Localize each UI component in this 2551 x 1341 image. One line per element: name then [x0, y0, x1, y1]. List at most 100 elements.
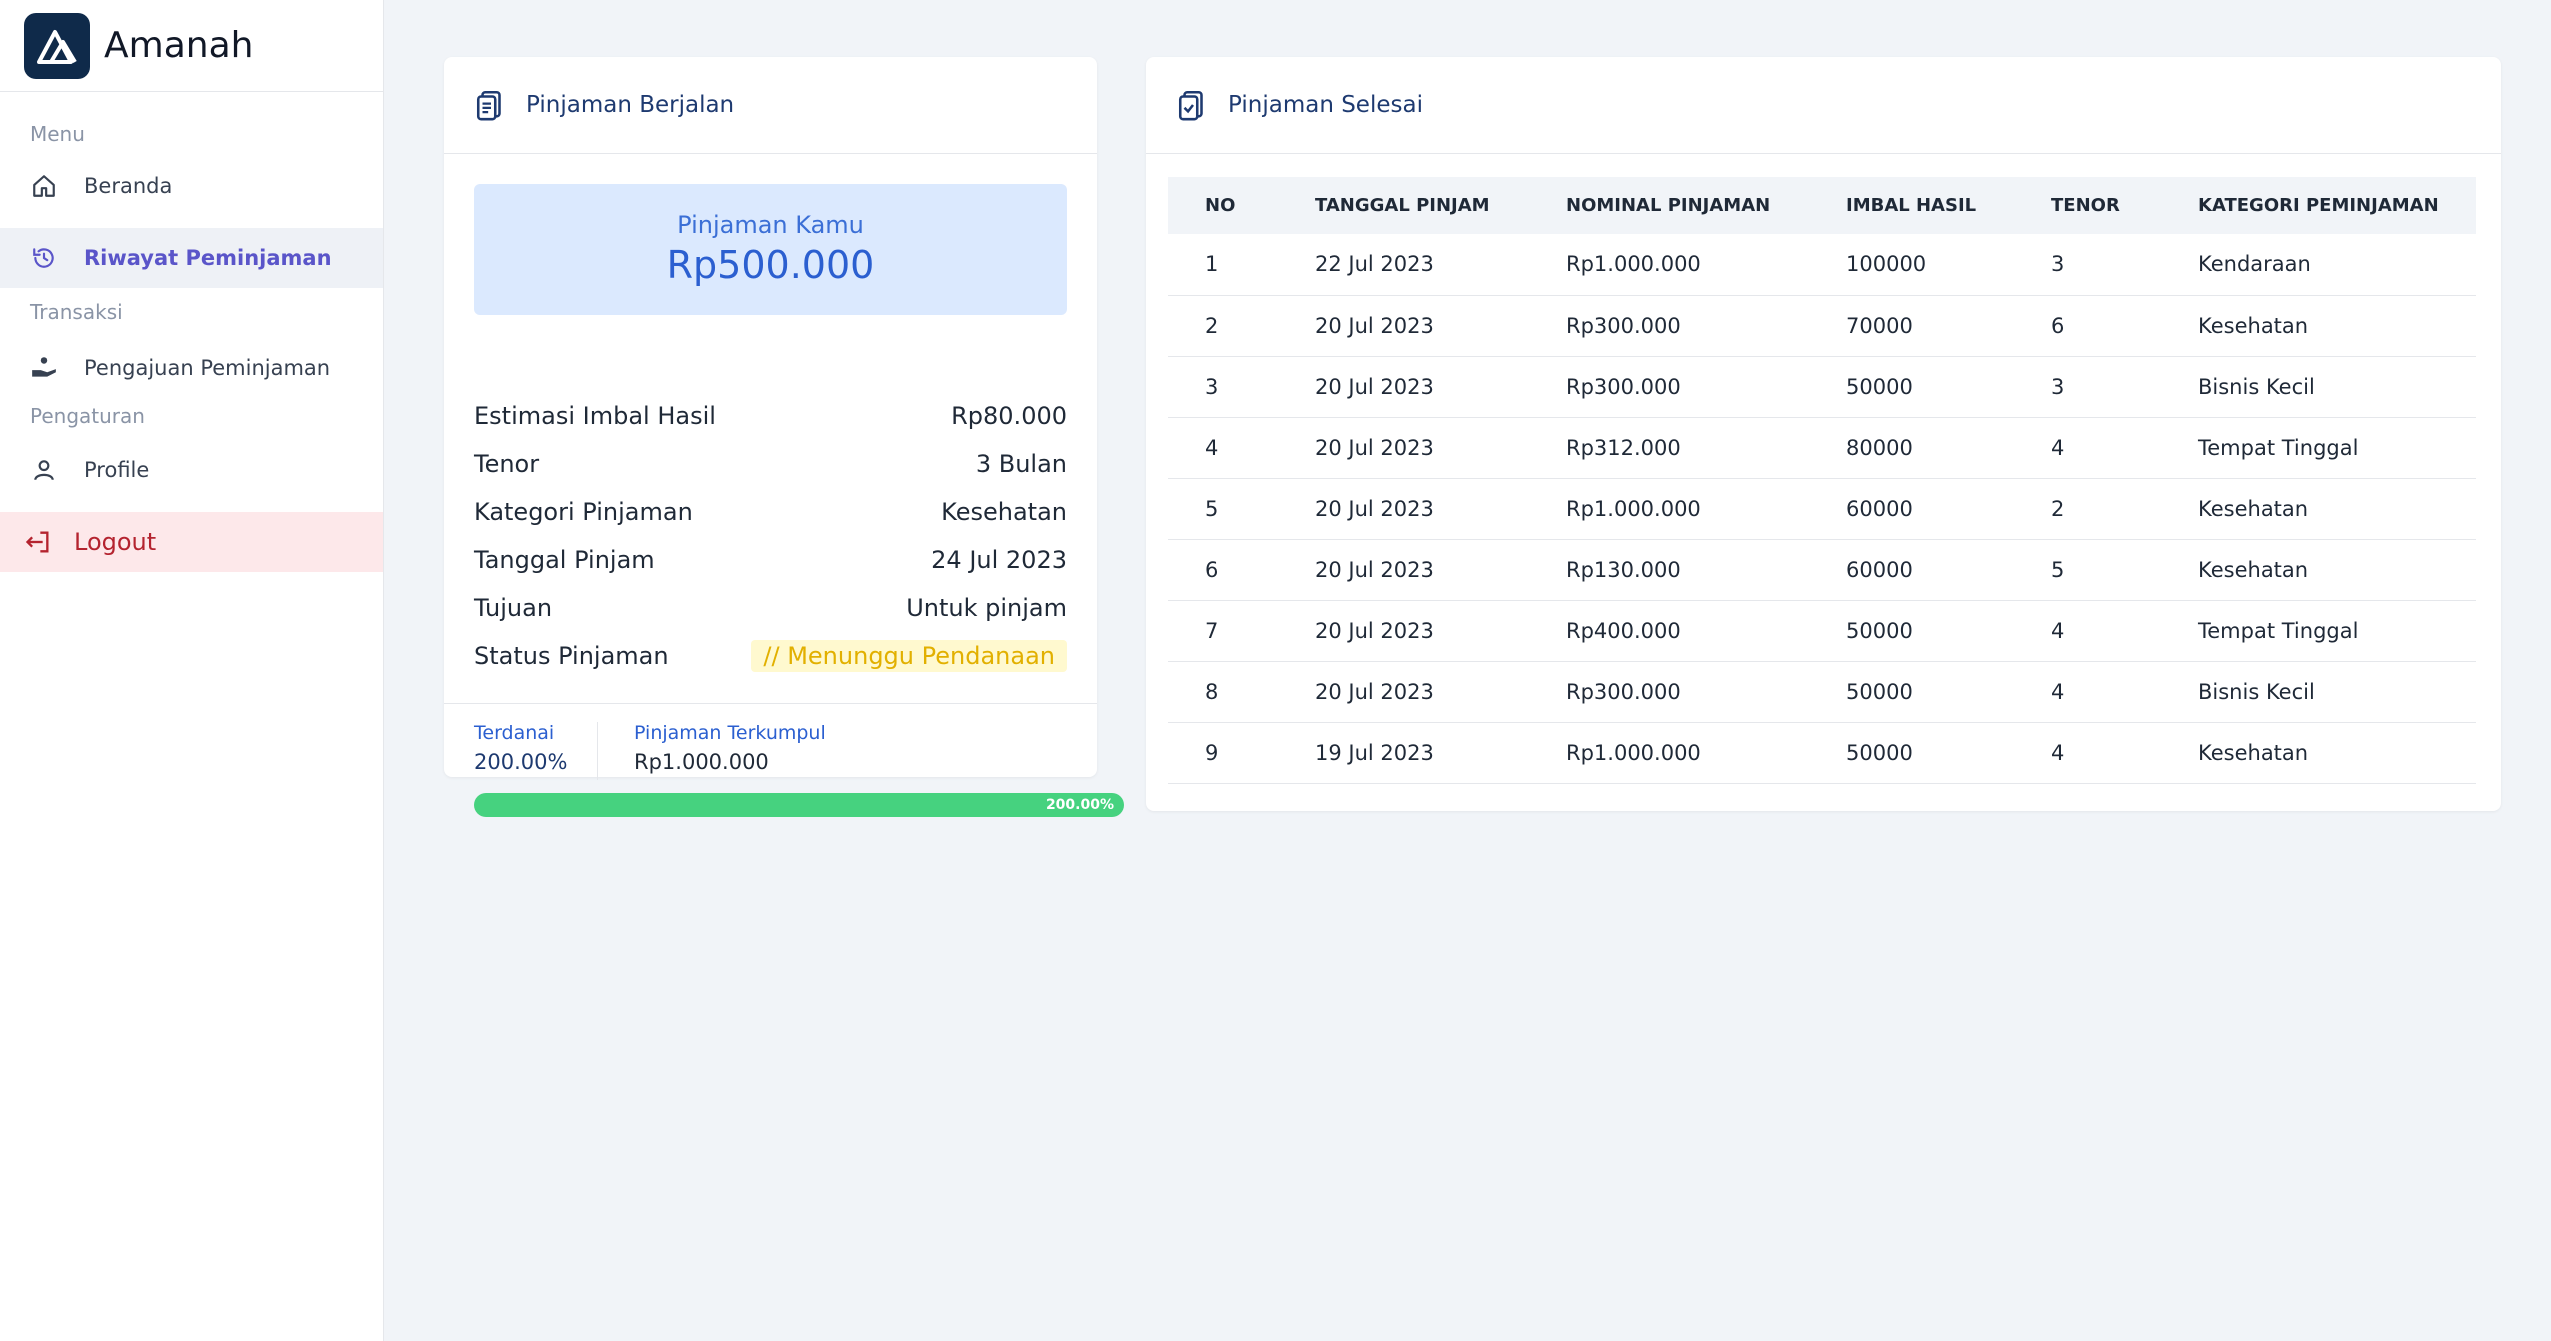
- sidebar-item-profile[interactable]: Profile: [0, 440, 383, 500]
- completed-loans-title: Pinjaman Selesai: [1228, 92, 1423, 118]
- table-cell: Kendaraan: [2161, 234, 2476, 296]
- detail-value: Untuk pinjam: [906, 594, 1067, 622]
- table-cell: 20 Jul 2023: [1278, 478, 1529, 540]
- column-header: KATEGORI PEMINJAMAN: [2161, 177, 2476, 234]
- divider: [444, 703, 1097, 704]
- detail-value: 3 Bulan: [975, 450, 1067, 478]
- detail-row: Tujuan Untuk pinjam: [474, 584, 1067, 632]
- table-cell: 20 Jul 2023: [1278, 600, 1529, 662]
- detail-value: Kesehatan: [941, 498, 1067, 526]
- table-cell: 2: [1168, 295, 1278, 357]
- table-cell: Kesehatan: [2161, 478, 2476, 540]
- completed-loans-header: Pinjaman Selesai: [1146, 57, 2501, 154]
- section-label-pengaturan: Pengaturan: [30, 404, 145, 428]
- completed-loans-card: Pinjaman Selesai NO TANGGAL PINJAM NOMIN…: [1146, 57, 2501, 811]
- table-cell: 50000: [1809, 356, 2014, 418]
- logout-button[interactable]: Logout: [0, 512, 383, 572]
- table-header-row: NO TANGGAL PINJAM NOMINAL PINJAMAN IMBAL…: [1168, 177, 2476, 234]
- table-cell: 60000: [1809, 478, 2014, 540]
- detail-label: Kategori Pinjaman: [474, 498, 693, 526]
- active-loan-title: Pinjaman Berjalan: [526, 92, 735, 118]
- table-cell: Kesehatan: [2161, 295, 2476, 357]
- sidebar-item-pengajuan[interactable]: Pengajuan Peminjaman: [0, 338, 383, 398]
- table-cell: 70000: [1809, 295, 2014, 357]
- table-cell: 60000: [1809, 539, 2014, 601]
- detail-value: Rp80.000: [951, 402, 1067, 430]
- detail-label: Tenor: [474, 450, 540, 478]
- table-cell: 4: [2014, 661, 2161, 723]
- completed-loans-table: NO TANGGAL PINJAM NOMINAL PINJAMAN IMBAL…: [1168, 177, 2476, 784]
- progress-fill: 200.00%: [474, 793, 1124, 817]
- status-label: Status Pinjaman: [474, 642, 669, 670]
- table-cell: 4: [2014, 722, 2161, 784]
- loan-amount-value: Rp500.000: [666, 243, 875, 287]
- table-cell: Rp1.000.000: [1529, 722, 1809, 784]
- sidebar: Amanah Menu Beranda Riwayat Peminjaman T…: [0, 0, 384, 1341]
- table-row: 9 19 Jul 2023 Rp1.000.000 50000 4 Kesehatan: [1168, 722, 2476, 784]
- table-row: 5 20 Jul 2023 Rp1.000.000 60000 2 Kesehatan: [1168, 478, 2476, 540]
- table-cell: Bisnis Kecil: [2161, 661, 2476, 723]
- table-cell: Rp130.000: [1529, 539, 1809, 601]
- table-cell: 4: [2014, 600, 2161, 662]
- divider: [597, 722, 598, 780]
- table-cell: Tempat Tinggal: [2161, 600, 2476, 662]
- column-header: NO: [1168, 177, 1278, 234]
- table-cell: 4: [1168, 417, 1278, 479]
- table-cell: 9: [1168, 722, 1278, 784]
- clipboard-icon: [476, 90, 501, 121]
- loan-details: Estimasi Imbal Hasil Rp80.000 Tenor 3 Bu…: [474, 392, 1067, 680]
- hand-coin-icon: [30, 354, 58, 382]
- table-cell: Rp1.000.000: [1529, 234, 1809, 296]
- user-icon: [30, 456, 58, 484]
- active-loan-card: Pinjaman Berjalan Pinjaman Kamu Rp500.00…: [444, 57, 1124, 817]
- table-cell: 50000: [1809, 600, 2014, 662]
- table-cell: 4: [2014, 417, 2161, 479]
- table-cell: Rp300.000: [1529, 356, 1809, 418]
- active-loan-header: Pinjaman Berjalan: [444, 57, 1097, 154]
- status-badge: // Menunggu Pendanaan: [751, 640, 1067, 672]
- table-cell: 3: [2014, 356, 2161, 418]
- column-header: IMBAL HASIL: [1809, 177, 2014, 234]
- table-cell: 19 Jul 2023: [1278, 722, 1529, 784]
- table-cell: 8: [1168, 661, 1278, 723]
- collected-stat: Pinjaman Terkumpul Rp1.000.000: [634, 722, 826, 774]
- sidebar-item-label: Pengajuan Peminjaman: [84, 356, 331, 380]
- table-cell: 20 Jul 2023: [1278, 417, 1529, 479]
- table-cell: 20 Jul 2023: [1278, 295, 1529, 357]
- table-cell: Bisnis Kecil: [2161, 356, 2476, 418]
- table-cell: Kesehatan: [2161, 539, 2476, 601]
- table-cell: 7: [1168, 600, 1278, 662]
- detail-label: Tujuan: [474, 594, 553, 622]
- detail-label: Estimasi Imbal Hasil: [474, 402, 716, 430]
- section-label-transaksi: Transaksi: [30, 300, 123, 324]
- funded-value: 200.00%: [474, 750, 568, 774]
- table-cell: 3: [2014, 234, 2161, 296]
- table-row: 2 20 Jul 2023 Rp300.000 70000 6 Kesehatan: [1168, 295, 2476, 357]
- table-cell: 20 Jul 2023: [1278, 356, 1529, 418]
- section-label-menu: Menu: [30, 122, 85, 146]
- table-cell: Rp1.000.000: [1529, 478, 1809, 540]
- sidebar-item-beranda[interactable]: Beranda: [0, 156, 383, 216]
- detail-row: Estimasi Imbal Hasil Rp80.000: [474, 392, 1067, 440]
- table-cell: Tempat Tinggal: [2161, 417, 2476, 479]
- table-cell: 80000: [1809, 417, 2014, 479]
- table-cell: 6: [2014, 295, 2161, 357]
- loan-amount-box: Pinjaman Kamu Rp500.000: [474, 184, 1067, 315]
- table-cell: 100000: [1809, 234, 2014, 296]
- loan-amount-label: Pinjaman Kamu: [677, 211, 864, 239]
- detail-label: Tanggal Pinjam: [474, 546, 655, 574]
- logout-icon: [24, 528, 52, 556]
- brand[interactable]: Amanah: [0, 0, 383, 92]
- table-cell: Kesehatan: [2161, 722, 2476, 784]
- sidebar-item-riwayat[interactable]: Riwayat Peminjaman: [0, 228, 383, 288]
- collected-value: Rp1.000.000: [634, 750, 769, 774]
- funded-label: Terdanai: [474, 722, 555, 744]
- amanah-logo-icon: [24, 12, 90, 79]
- detail-row: Status Pinjaman // Menunggu Pendanaan: [474, 632, 1067, 680]
- table-cell: 5: [1168, 478, 1278, 540]
- table-row: 1 22 Jul 2023 Rp1.000.000 100000 3 Kendaraan: [1168, 234, 2476, 296]
- column-header: NOMINAL PINJAMAN: [1529, 177, 1809, 234]
- table-cell: 3: [1168, 356, 1278, 418]
- sidebar-item-label: Beranda: [84, 174, 173, 198]
- progress-text: 200.00%: [1045, 797, 1114, 813]
